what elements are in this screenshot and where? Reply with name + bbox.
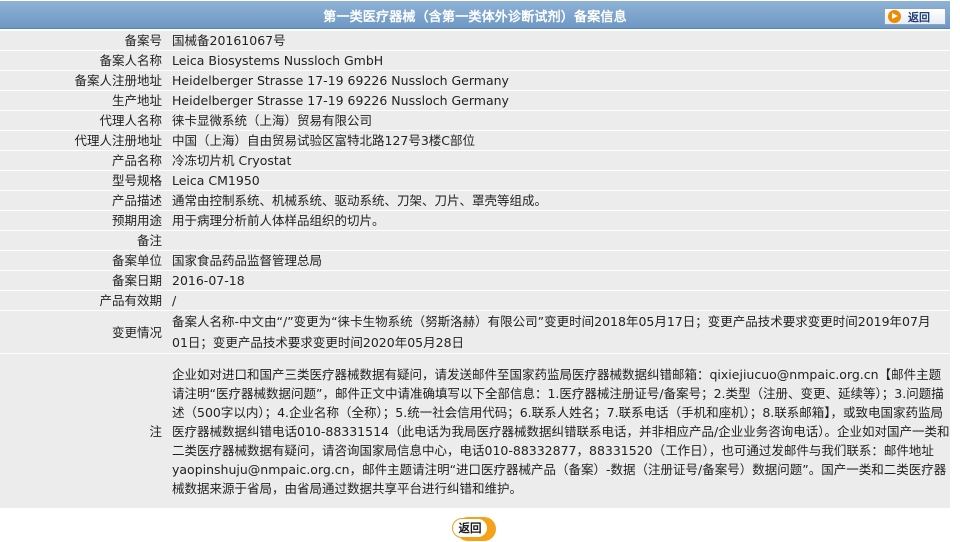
- row-label-change-history: 变更情况: [0, 311, 166, 353]
- row-value-model-spec: Leica CM1950: [166, 171, 950, 190]
- table-row: 备案单位 国家食品药品监督管理总局: [0, 251, 950, 270]
- row-value-filing-date: 2016-07-18: [166, 271, 950, 290]
- table-row: 代理人注册地址 中国（上海）自由贸易试验区富特北路127号3楼C部位: [0, 131, 950, 150]
- row-label-filing-date: 备案日期: [0, 271, 166, 290]
- row-value-change-history: 备案人名称-中文由“/”变更为“徕卡生物系统（努斯洛赫）有限公司”变更时间201…: [166, 311, 950, 353]
- row-value-filing-number: 国械备20161067号: [166, 31, 950, 50]
- row-label-remarks: 备注: [0, 231, 166, 250]
- row-label-production-address: 生产地址: [0, 91, 166, 110]
- scrollbar-track[interactable]: [951, 0, 958, 542]
- row-label-agent-address: 代理人注册地址: [0, 131, 166, 150]
- row-label-filer-address: 备案人注册地址: [0, 71, 166, 90]
- row-value-product-name: 冷冻切片机 Cryostat: [166, 151, 950, 170]
- record-page: 第一类医疗器械（含第一类体外诊断试剂）备案信息 返回 备案号 国械备201610…: [0, 0, 958, 542]
- back-button-top-label: 返回: [908, 10, 930, 24]
- table-row: 备注: [0, 231, 950, 250]
- table-row: 变更情况 备案人名称-中文由“/”变更为“徕卡生物系统（努斯洛赫）有限公司”变更…: [0, 311, 950, 353]
- back-button-top[interactable]: 返回: [884, 8, 946, 25]
- row-value-agent-name: 徕卡显微系统（上海）贸易有限公司: [166, 111, 950, 130]
- row-value-production-address: Heidelberger Strasse 17-19 69226 Nussloc…: [166, 91, 950, 110]
- record-table: 备案号 国械备20161067号 备案人名称 Leica Biosystems …: [0, 30, 950, 509]
- table-row: 备案人注册地址 Heidelberger Strasse 17-19 69226…: [0, 71, 950, 90]
- row-label-filer-name: 备案人名称: [0, 51, 166, 70]
- table-row: 备案日期 2016-07-18: [0, 271, 950, 290]
- table-row: 型号规格 Leica CM1950: [0, 171, 950, 190]
- table-row: 代理人名称 徕卡显微系统（上海）贸易有限公司: [0, 111, 950, 130]
- table-row: 产品有效期 /: [0, 291, 950, 310]
- row-label-model-spec: 型号规格: [0, 171, 166, 190]
- table-row: 预期用途 用于病理分析前人体样品组织的切片。: [0, 211, 950, 230]
- row-value-product-description: 通常由控制系统、机械系统、驱动系统、刀架、刀片、罩壳等组成。: [166, 191, 950, 210]
- table-row: 备案号 国械备20161067号: [0, 31, 950, 50]
- row-value-filer-name: Leica Biosystems Nussloch GmbH: [166, 51, 950, 70]
- back-button-bottom[interactable]: 返回: [450, 515, 498, 541]
- row-label-product-description: 产品描述: [0, 191, 166, 210]
- header-bar: 第一类医疗器械（含第一类体外诊断试剂）备案信息 返回: [0, 1, 950, 29]
- row-value-filing-unit: 国家食品药品监督管理总局: [166, 251, 950, 270]
- row-value-agent-address: 中国（上海）自由贸易试验区富特北路127号3楼C部位: [166, 131, 950, 150]
- row-label-notice: 注: [0, 354, 166, 508]
- row-value-intended-use: 用于病理分析前人体样品组织的切片。: [166, 211, 950, 230]
- row-value-filer-address: Heidelberger Strasse 17-19 69226 Nussloc…: [166, 71, 950, 90]
- table-row: 生产地址 Heidelberger Strasse 17-19 69226 Nu…: [0, 91, 950, 110]
- row-label-agent-name: 代理人名称: [0, 111, 166, 130]
- row-label-intended-use: 预期用途: [0, 211, 166, 230]
- row-label-filing-number: 备案号: [0, 31, 166, 50]
- row-value-notice: 企业如对进口和国产三类医疗器械数据有疑问，请发送邮件至国家药监局医疗器械数据纠错…: [166, 354, 950, 508]
- table-row: 产品名称 冷冻切片机 Cryostat: [0, 151, 950, 170]
- row-label-validity: 产品有效期: [0, 291, 166, 310]
- table-row: 注 企业如对进口和国产三类医疗器械数据有疑问，请发送邮件至国家药监局医疗器械数据…: [0, 354, 950, 508]
- row-label-filing-unit: 备案单位: [0, 251, 166, 270]
- row-value-validity: /: [166, 291, 950, 310]
- row-label-product-name: 产品名称: [0, 151, 166, 170]
- back-button-bottom-label: 返回: [452, 518, 488, 538]
- table-row: 产品描述 通常由控制系统、机械系统、驱动系统、刀架、刀片、罩壳等组成。: [0, 191, 950, 210]
- table-row: 备案人名称 Leica Biosystems Nussloch GmbH: [0, 51, 950, 70]
- row-value-remarks: [166, 231, 950, 250]
- arrow-right-icon: [888, 10, 901, 23]
- page-title: 第一类医疗器械（含第一类体外诊断试剂）备案信息: [323, 10, 627, 25]
